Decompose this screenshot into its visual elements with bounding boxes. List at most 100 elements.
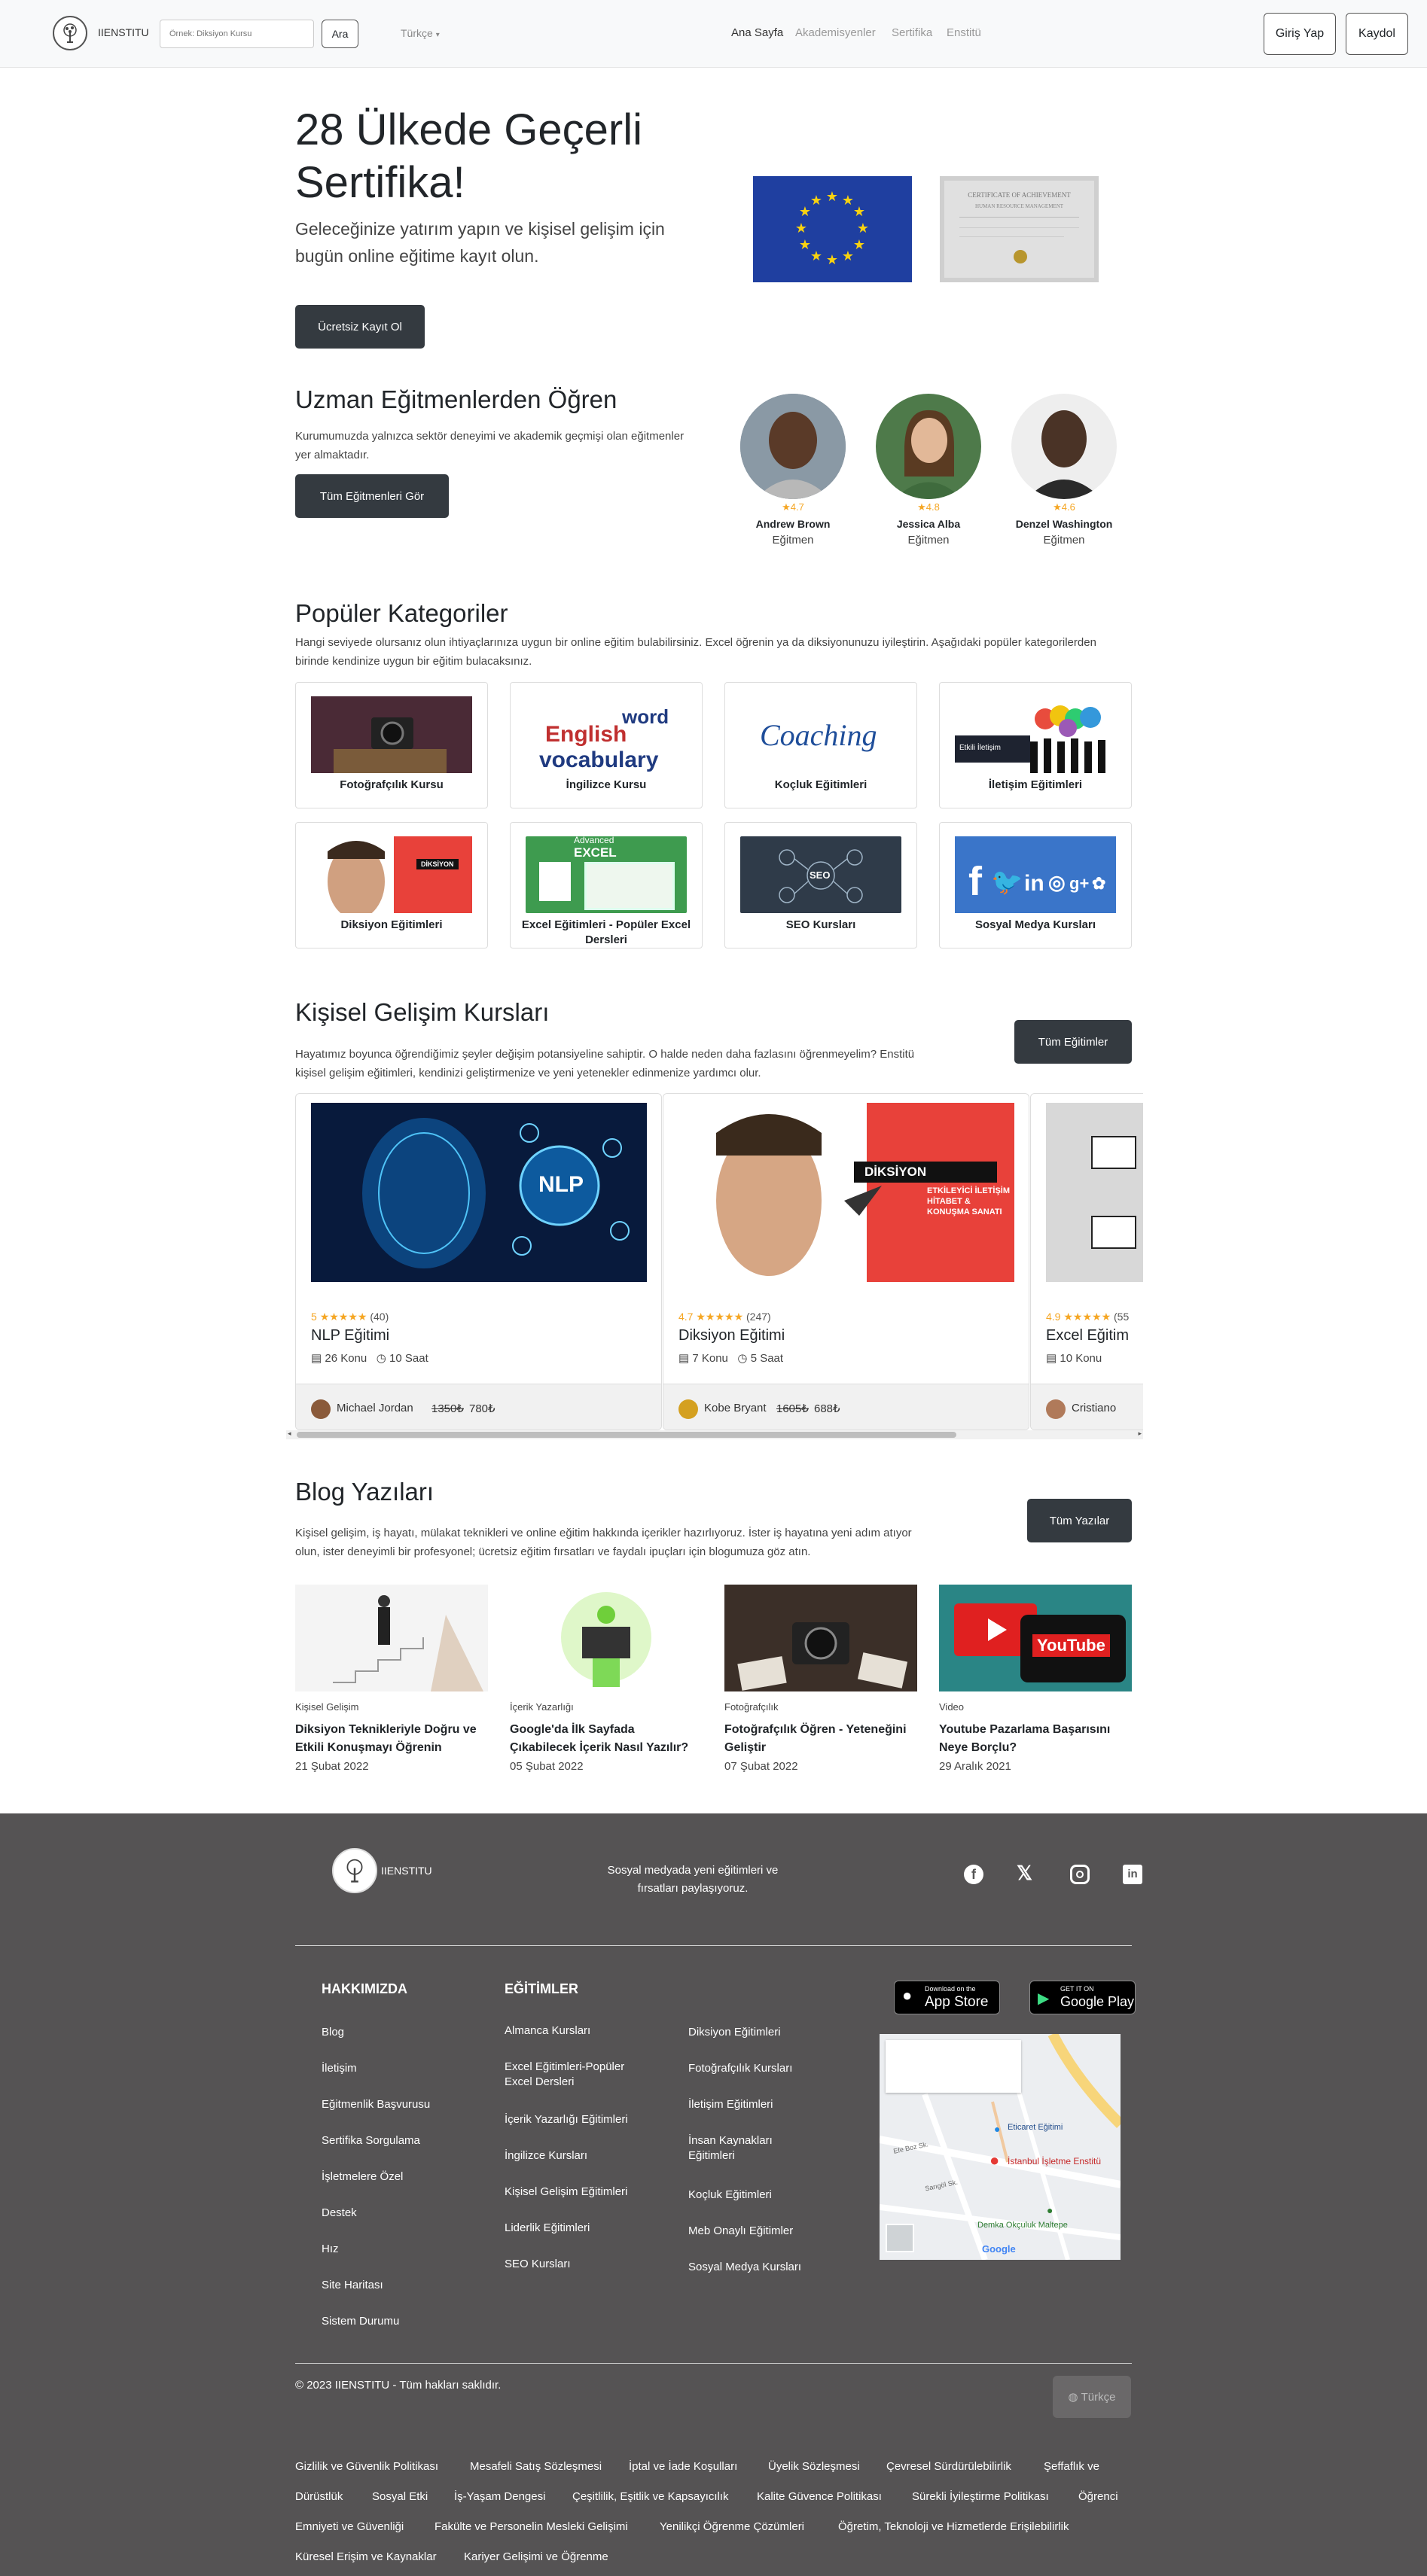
blog-post-title[interactable]: Diksiyon Teknikleriyle Doğru ve Etkili K… — [295, 1721, 488, 1757]
category-card-social-media[interactable]: f 🐦 in ◎ g+ ✿ Sosyal Medya Kursları — [939, 822, 1132, 948]
instructor-avatar-denzel[interactable] — [1011, 394, 1117, 499]
nav-link-home[interactable]: Ana Sayfa — [731, 26, 783, 39]
footer-link-coaching[interactable]: Koçluk Eğitimleri — [688, 2188, 839, 2203]
legal-link[interactable]: İptal ve İade Koşulları — [629, 2460, 737, 2473]
category-card-diction[interactable]: DİKSİYON Diksiyon Eğitimleri — [295, 822, 488, 948]
blog-category[interactable]: Fotoğrafçılık — [724, 1701, 779, 1713]
course-instructor[interactable]: Michael Jordan — [337, 1402, 413, 1414]
blog-post-title[interactable]: Youtube Pazarlama Başarısını Neye Borçlu… — [939, 1721, 1132, 1757]
footer-logo-icon[interactable] — [332, 1848, 377, 1893]
blog-post-title[interactable]: Google'da İlk Sayfada Çıkabilecek İçerik… — [510, 1721, 703, 1757]
footer-link-communication[interactable]: İletişim Eğitimleri — [688, 2097, 839, 2112]
course-instructor[interactable]: Kobe Bryant — [704, 1402, 767, 1414]
legal-link[interactable]: Sosyal Etki — [372, 2490, 428, 2503]
instructor-avatar-andrew[interactable] — [740, 394, 846, 499]
blog-image-youtube[interactable]: YouTube — [939, 1585, 1132, 1691]
blog-image-photography[interactable] — [724, 1585, 917, 1691]
all-courses-button[interactable]: Tüm Eğitimler — [1014, 1020, 1132, 1064]
footer-link-meb[interactable]: Meb Onaylı Eğitimler — [688, 2224, 839, 2239]
footer-link-german[interactable]: Almanca Kursları — [505, 2023, 655, 2039]
footer-link-blog[interactable]: Blog — [322, 2025, 344, 2040]
footer-brand[interactable]: IIENSTITU — [381, 1865, 432, 1877]
course-card-diction[interactable]: DİKSİYON ETKİLEYİCİ İLETİŞİM HİTABET & K… — [663, 1093, 1029, 1430]
free-register-button[interactable]: Ücretsiz Kayıt Ol — [295, 305, 425, 349]
footer-link-instructor-apply[interactable]: Eğitmenlik Başvurusu — [322, 2097, 430, 2112]
footer-link-leadership[interactable]: Liderlik Eğitimleri — [505, 2221, 655, 2236]
all-instructors-button[interactable]: Tüm Eğitmenleri Gör — [295, 474, 449, 518]
nav-link-certificate[interactable]: Sertifika — [892, 26, 932, 39]
footer-link-english[interactable]: İngilizce Kursları — [505, 2148, 655, 2163]
nav-link-academics[interactable]: Akademisyenler — [795, 26, 876, 39]
course-title[interactable]: Excel Eğitim — [1046, 1327, 1129, 1344]
blog-category[interactable]: İçerik Yazarlığı — [510, 1701, 574, 1713]
footer-link-excel[interactable]: Excel Eğitimleri-Popüler Excel Dersleri — [505, 2060, 655, 2090]
footer-link-contact[interactable]: İletişim — [322, 2061, 357, 2076]
footer-link-sitemap[interactable]: Site Haritası — [322, 2278, 383, 2293]
legal-link[interactable]: Küresel Erişim ve Kaynaklar — [295, 2550, 437, 2563]
language-dropdown[interactable]: Türkçe ▾ — [401, 27, 440, 39]
footer-link-certificate-query[interactable]: Sertifika Sorgulama — [322, 2133, 420, 2148]
footer-link-enterprise[interactable]: İşletmelere Özel — [322, 2170, 403, 2185]
course-title[interactable]: Diksiyon Eğitimi — [678, 1327, 785, 1344]
footer-link-speed[interactable]: Hız — [322, 2242, 339, 2257]
legal-link[interactable]: Dürüstlük — [295, 2490, 343, 2503]
course-card-excel[interactable]: 4.9 ★★★★★ (55 Excel Eğitim ▤ 10 Konu Cri… — [1030, 1093, 1143, 1430]
legal-link[interactable]: Gizlilik ve Güvenlik Politikası — [295, 2460, 438, 2473]
brand-name[interactable]: IIENSTITU — [98, 26, 149, 38]
course-instructor[interactable]: Cristiano — [1072, 1402, 1116, 1414]
map-satellite-toggle[interactable] — [886, 2224, 914, 2252]
instructor-avatar-jessica[interactable] — [876, 394, 981, 499]
instructor-name[interactable]: Denzel Washington — [1004, 518, 1124, 530]
legal-link[interactable]: Yenilikçi Öğrenme Çözümleri — [660, 2520, 804, 2533]
all-posts-button[interactable]: Tüm Yazılar — [1027, 1499, 1132, 1542]
blog-image-diction[interactable] — [295, 1585, 488, 1691]
footer-link-photography[interactable]: Fotoğrafçılık Kursları — [688, 2061, 839, 2076]
legal-link[interactable]: Kariyer Gelişimi ve Öğrenme — [464, 2550, 608, 2563]
instagram-icon[interactable] — [1070, 1865, 1090, 1884]
app-store-badge[interactable]: ● Download on the App Store — [894, 1981, 1000, 2014]
carousel-scrollbar[interactable]: ◂ ▸ — [286, 1430, 1143, 1439]
category-card-seo[interactable]: SEO SEO Kursları — [724, 822, 917, 948]
legal-link[interactable]: İş-Yaşam Dengesi — [454, 2490, 545, 2503]
course-carousel[interactable]: NLP 5 ★★★★★ (40) NLP Eğitimi ▤ 26 Konu ◷… — [286, 1092, 1143, 1439]
google-play-badge[interactable]: ▶ GET IT ON Google Play — [1029, 1981, 1136, 2014]
linkedin-icon[interactable]: in — [1123, 1865, 1142, 1884]
category-card-coaching[interactable]: Coaching Koçluk Eğitimleri — [724, 682, 917, 808]
scrollbar-thumb[interactable] — [297, 1432, 956, 1438]
legal-link[interactable]: Şeffaflık ve — [1044, 2460, 1099, 2473]
legal-link[interactable]: Öğretim, Teknoloji ve Hizmetlerde Erişil… — [838, 2520, 1069, 2533]
footer-link-hr[interactable]: İnsan Kaynakları Eğitimleri — [688, 2133, 801, 2163]
footer-link-personal-development[interactable]: Kişisel Gelişim Eğitimleri — [505, 2185, 685, 2200]
legal-link[interactable]: Üyelik Sözleşmesi — [768, 2460, 860, 2473]
category-card-english[interactable]: word English vocabulary İngilizce Kursu — [510, 682, 703, 808]
instructor-name[interactable]: Andrew Brown — [740, 518, 846, 530]
login-button[interactable]: Giriş Yap — [1264, 13, 1336, 55]
legal-link[interactable]: Mesafeli Satış Sözleşmesi — [470, 2460, 602, 2473]
nav-link-institute[interactable]: Enstitü — [947, 26, 981, 39]
footer-link-system-status[interactable]: Sistem Durumu — [322, 2314, 399, 2329]
footer-link-seo[interactable]: SEO Kursları — [505, 2257, 655, 2272]
blog-category[interactable]: Video — [939, 1701, 964, 1713]
scroll-right-icon[interactable]: ▸ — [1138, 1430, 1142, 1438]
location-map[interactable]: ● Eticaret Eğitimi ● İstanbul İşletme En… — [880, 2034, 1121, 2260]
logo-icon[interactable] — [53, 16, 87, 50]
category-card-excel[interactable]: Advanced EXCEL Excel Eğitimleri - Popüle… — [510, 822, 703, 948]
category-card-communication[interactable]: Etkili İletişim İletişim Eğitimleri — [939, 682, 1132, 808]
category-card-photography[interactable]: Fotoğrafçılık Kursu — [295, 682, 488, 808]
x-twitter-icon[interactable]: 𝕏 — [1017, 1862, 1032, 1885]
footer-link-social-media[interactable]: Sosyal Medya Kursları — [688, 2260, 839, 2275]
legal-link[interactable]: Kalite Güvence Politikası — [757, 2490, 882, 2503]
register-button[interactable]: Kaydol — [1346, 13, 1408, 55]
instructor-name[interactable]: Jessica Alba — [876, 518, 981, 530]
search-button[interactable]: Ara — [322, 20, 358, 48]
blog-category[interactable]: Kişisel Gelişim — [295, 1701, 359, 1713]
legal-link[interactable]: Öğrenci — [1078, 2490, 1118, 2503]
footer-link-support[interactable]: Destek — [322, 2206, 357, 2221]
facebook-icon[interactable]: f — [964, 1865, 983, 1884]
legal-link[interactable]: Çevresel Sürdürülebilirlik — [886, 2460, 1011, 2473]
footer-language-button[interactable]: ◍ Türkçe — [1053, 2376, 1131, 2418]
course-title[interactable]: NLP Eğitimi — [311, 1327, 389, 1344]
blog-post-title[interactable]: Fotoğrafçılık Öğren - Yeteneğini Gelişti… — [724, 1721, 917, 1757]
footer-link-diction[interactable]: Diksiyon Eğitimleri — [688, 2025, 839, 2040]
footer-link-content-writing[interactable]: İçerik Yazarlığı Eğitimleri — [505, 2112, 685, 2127]
